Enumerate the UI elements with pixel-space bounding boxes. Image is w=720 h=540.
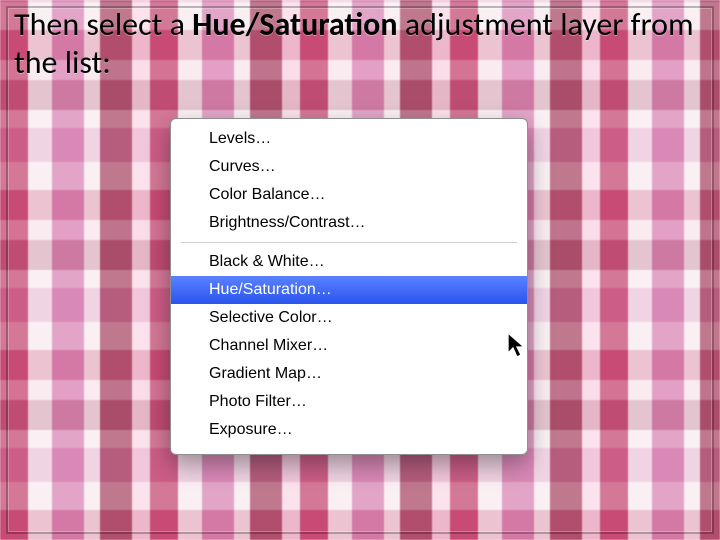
menu-item-photo-filter[interactable]: Photo Filter… — [171, 388, 527, 416]
menu-item-exposure[interactable]: Exposure… — [171, 416, 527, 444]
menu-item-color-balance[interactable]: Color Balance… — [171, 181, 527, 209]
menu-separator — [181, 242, 517, 243]
caption-bold: Hue/Saturation — [192, 5, 397, 44]
instruction-text: Then select a Hue/Saturation adjustment … — [14, 6, 706, 82]
menu-item-levels[interactable]: Levels… — [171, 125, 527, 153]
menu-item-gradient-map[interactable]: Gradient Map… — [171, 360, 527, 388]
menu-item-hue-saturation[interactable]: Hue/Saturation… — [171, 276, 527, 304]
menu-item-channel-mixer[interactable]: Channel Mixer… — [171, 332, 527, 360]
menu-item-selective-color[interactable]: Selective Color… — [171, 304, 527, 332]
menu-item-black-white[interactable]: Black & White… — [171, 248, 527, 276]
menu-item-curves[interactable]: Curves… — [171, 153, 527, 181]
caption-pre: Then select a — [14, 5, 192, 44]
adjustment-layer-menu[interactable]: Levels… Curves… Color Balance… Brightnes… — [170, 118, 528, 455]
menu-item-brightness-contrast[interactable]: Brightness/Contrast… — [171, 209, 527, 237]
